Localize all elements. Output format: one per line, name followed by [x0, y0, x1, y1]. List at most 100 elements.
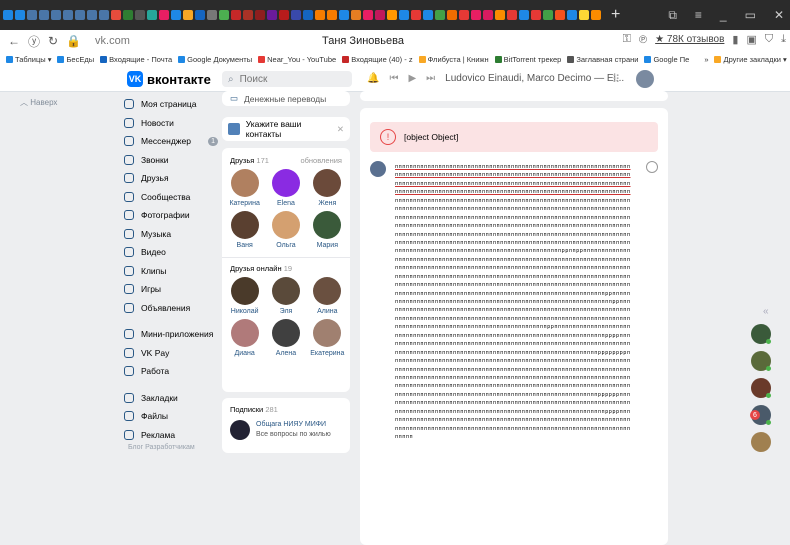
profile-avatar[interactable]	[636, 70, 654, 88]
friend-item[interactable]: Elena	[265, 169, 306, 207]
translate-icon[interactable]: ℗	[639, 34, 647, 46]
menu-item[interactable]: Работа	[118, 362, 218, 381]
bookmark-item[interactable]: Google Пе	[644, 55, 689, 64]
bookmark-item[interactable]: БесЕды	[57, 55, 94, 64]
friend-item[interactable]: Катерина	[224, 169, 265, 207]
bookmark-item[interactable]: Другие закладки ▾	[714, 55, 787, 64]
browser-tab-favicon[interactable]	[375, 10, 385, 20]
browser-tab-favicon[interactable]	[507, 10, 517, 20]
menu-item[interactable]: Клипы	[118, 262, 218, 281]
browser-tab-favicon[interactable]	[75, 10, 85, 20]
next-track-icon[interactable]: ⏭	[426, 73, 435, 84]
browser-tab-favicon[interactable]	[243, 10, 253, 20]
menu-item[interactable]: Фотографии	[118, 206, 218, 225]
menu-item[interactable]: Игры	[118, 280, 218, 299]
bookmark-item[interactable]: Входящие - Почта	[100, 55, 172, 64]
chat-avatar[interactable]	[751, 432, 771, 452]
author-avatar[interactable]	[370, 161, 386, 177]
browser-tab-favicon[interactable]	[291, 10, 301, 20]
browser-tab-favicon[interactable]	[483, 10, 493, 20]
browser-tab-favicon[interactable]	[531, 10, 541, 20]
minimize-icon[interactable]: _	[720, 8, 727, 23]
url-field[interactable]: vk.com	[95, 35, 130, 47]
browser-tab-favicon[interactable]	[567, 10, 577, 20]
browser-tab-favicon[interactable]	[135, 10, 145, 20]
browser-tab-favicon[interactable]	[579, 10, 589, 20]
reload-icon[interactable]: ↻	[48, 34, 58, 48]
footer-links[interactable]: Блог Разработчикам	[128, 444, 195, 451]
browser-tab-favicon[interactable]	[363, 10, 373, 20]
apps-grid-icon[interactable]: ⠿	[612, 73, 620, 86]
browser-tab-favicon[interactable]	[195, 10, 205, 20]
browser-tab-favicon[interactable]	[159, 10, 169, 20]
play-icon[interactable]: ▶	[408, 73, 416, 84]
browser-tab-favicon[interactable]	[171, 10, 181, 20]
friend-item[interactable]: Ваня	[224, 211, 265, 249]
vk-logo[interactable]: VK вконтакте	[127, 71, 211, 87]
menu-item[interactable]: Видео	[118, 243, 218, 262]
bookmark-item[interactable]: »	[695, 55, 708, 64]
menu-item[interactable]: Моя страница	[118, 95, 218, 114]
menu-item[interactable]: Мини-приложения	[118, 325, 218, 344]
bookmark-item[interactable]: Google Документы	[178, 55, 252, 64]
menu-item[interactable]: Объявления	[118, 299, 218, 318]
browser-tab-favicon[interactable]	[51, 10, 61, 20]
friends-updates-link[interactable]: обновления	[300, 156, 342, 165]
extension-icon[interactable]: ▣	[746, 33, 756, 46]
browser-tab-favicon[interactable]	[111, 10, 121, 20]
browser-tab-favicon[interactable]	[207, 10, 217, 20]
browser-tab-favicon[interactable]	[411, 10, 421, 20]
browser-tab-favicon[interactable]	[15, 10, 25, 20]
notifications-bell-icon[interactable]: 🔔	[367, 73, 379, 84]
browser-tab-favicon[interactable]	[471, 10, 481, 20]
search-box[interactable]: ⌕	[222, 71, 352, 87]
money-transfers-card[interactable]: ▭ Денежные переводы	[222, 91, 350, 106]
menu-item[interactable]: Сообщества	[118, 188, 218, 207]
menu-item[interactable]: Новости	[118, 114, 218, 133]
tab-manager-icon[interactable]: ⧉	[668, 8, 677, 23]
browser-tab-favicon[interactable]	[27, 10, 37, 20]
browser-tab-favicon[interactable]	[387, 10, 397, 20]
browser-tab-favicon[interactable]	[543, 10, 553, 20]
browser-tab-favicon[interactable]	[399, 10, 409, 20]
menu-item[interactable]: Звонки	[118, 151, 218, 170]
close-icon[interactable]: ✕	[774, 8, 784, 23]
menu-item[interactable]: Файлы	[118, 407, 218, 426]
browser-tab-favicon[interactable]	[231, 10, 241, 20]
friend-item[interactable]: Алина	[307, 277, 348, 315]
subscription-item[interactable]: Общага НИЯУ МИФИ Все вопросы по жилью	[222, 414, 350, 446]
back-to-top[interactable]: ︿ Наверх	[20, 97, 57, 108]
browser-tab-favicon[interactable]	[591, 10, 601, 20]
emoji-icon[interactable]	[646, 161, 658, 173]
browser-tab-favicon[interactable]	[183, 10, 193, 20]
reviews-button[interactable]: ★ 78К отзывов	[655, 34, 724, 45]
search-input[interactable]	[237, 72, 342, 86]
browser-tab-favicon[interactable]	[315, 10, 325, 20]
new-tab-button[interactable]: +	[611, 6, 620, 24]
menu-item[interactable]: Мессенджер 1	[118, 132, 218, 151]
menu-item[interactable]: Закладки	[118, 389, 218, 408]
close-icon[interactable]: ✕	[337, 124, 344, 135]
menu-item[interactable]: Реклама	[118, 426, 218, 445]
browser-tab-favicon[interactable]	[39, 10, 49, 20]
browser-tab-favicon[interactable]	[63, 10, 73, 20]
browser-tab-favicon[interactable]	[423, 10, 433, 20]
menu-icon[interactable]: ≡	[695, 8, 702, 23]
browser-tab-favicon[interactable]	[303, 10, 313, 20]
friend-item[interactable]: Екатерина	[307, 319, 348, 357]
browser-tab-favicon[interactable]	[327, 10, 337, 20]
maximize-icon[interactable]: ▭	[745, 8, 756, 23]
browser-tab-favicon[interactable]	[519, 10, 529, 20]
browser-tab-favicon[interactable]	[3, 10, 13, 20]
friend-item[interactable]: Эля	[265, 277, 306, 315]
bookmark-item[interactable]: BitTorrent трекер	[494, 55, 561, 64]
friend-item[interactable]: Николай	[224, 277, 265, 315]
browser-tab-favicon[interactable]	[219, 10, 229, 20]
browser-tab-favicon[interactable]	[279, 10, 289, 20]
contacts-prompt-card[interactable]: Укажите ваши контакты ✕	[222, 117, 350, 141]
player-track-title[interactable]: Ludovico Einaudi, Marco Decimo — Ei...	[445, 73, 624, 84]
browser-tab-favicon[interactable]	[99, 10, 109, 20]
post-text-input[interactable]: пппппппппппппппппппппппппппппппппппппппп…	[395, 163, 647, 441]
browser-tab-favicon[interactable]	[459, 10, 469, 20]
yandex-icon[interactable]: ⓨ	[28, 33, 40, 50]
